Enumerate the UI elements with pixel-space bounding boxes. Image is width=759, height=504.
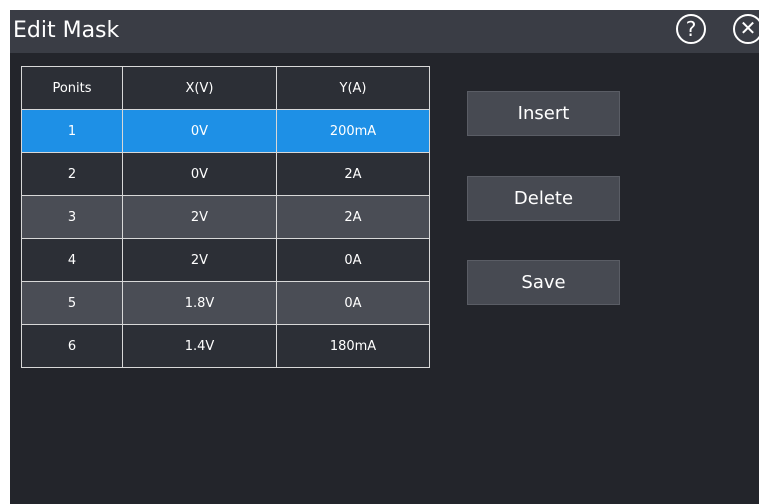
cell-point[interactable]: 1 bbox=[21, 109, 123, 153]
header-y: Y(A) bbox=[276, 66, 430, 110]
cell-x[interactable]: 0V bbox=[122, 109, 277, 153]
cell-x[interactable]: 2V bbox=[122, 195, 277, 239]
cell-y[interactable]: 0A bbox=[276, 238, 430, 282]
cell-x[interactable]: 0V bbox=[122, 152, 277, 196]
header-points: Ponits bbox=[21, 66, 123, 110]
cell-point[interactable]: 3 bbox=[21, 195, 123, 239]
delete-button[interactable]: Delete bbox=[467, 176, 620, 221]
cell-point[interactable]: 5 bbox=[21, 281, 123, 325]
edit-mask-dialog: Edit Mask ? ✕ Ponits X(V) Y(A) 1 0V 200m… bbox=[10, 10, 759, 504]
cell-y[interactable]: 2A bbox=[276, 152, 430, 196]
close-icon[interactable]: ✕ bbox=[733, 14, 759, 44]
header-x: X(V) bbox=[122, 66, 277, 110]
table-row[interactable]: 6 1.4V 180mA bbox=[21, 324, 430, 368]
table-row[interactable]: 5 1.8V 0A bbox=[21, 281, 430, 325]
cell-x[interactable]: 1.4V bbox=[122, 324, 277, 368]
insert-button[interactable]: Insert bbox=[467, 91, 620, 136]
table-row[interactable]: 3 2V 2A bbox=[21, 195, 430, 239]
cell-y[interactable]: 2A bbox=[276, 195, 430, 239]
cell-point[interactable]: 6 bbox=[21, 324, 123, 368]
cell-y[interactable]: 180mA bbox=[276, 324, 430, 368]
cell-point[interactable]: 4 bbox=[21, 238, 123, 282]
cell-point[interactable]: 2 bbox=[21, 152, 123, 196]
title-bar: Edit Mask ? ✕ bbox=[10, 10, 759, 53]
mask-points-table: Ponits X(V) Y(A) 1 0V 200mA 2 0V 2A 3 2V… bbox=[21, 66, 430, 368]
cell-x[interactable]: 1.8V bbox=[122, 281, 277, 325]
table-header-row: Ponits X(V) Y(A) bbox=[21, 66, 430, 110]
save-button[interactable]: Save bbox=[467, 260, 620, 305]
table-row[interactable]: 2 0V 2A bbox=[21, 152, 430, 196]
dialog-title: Edit Mask bbox=[13, 18, 120, 43]
cell-y[interactable]: 0A bbox=[276, 281, 430, 325]
table-row[interactable]: 4 2V 0A bbox=[21, 238, 430, 282]
cell-x[interactable]: 2V bbox=[122, 238, 277, 282]
cell-y[interactable]: 200mA bbox=[276, 109, 430, 153]
table-row[interactable]: 1 0V 200mA bbox=[21, 109, 430, 153]
help-icon[interactable]: ? bbox=[676, 14, 706, 44]
